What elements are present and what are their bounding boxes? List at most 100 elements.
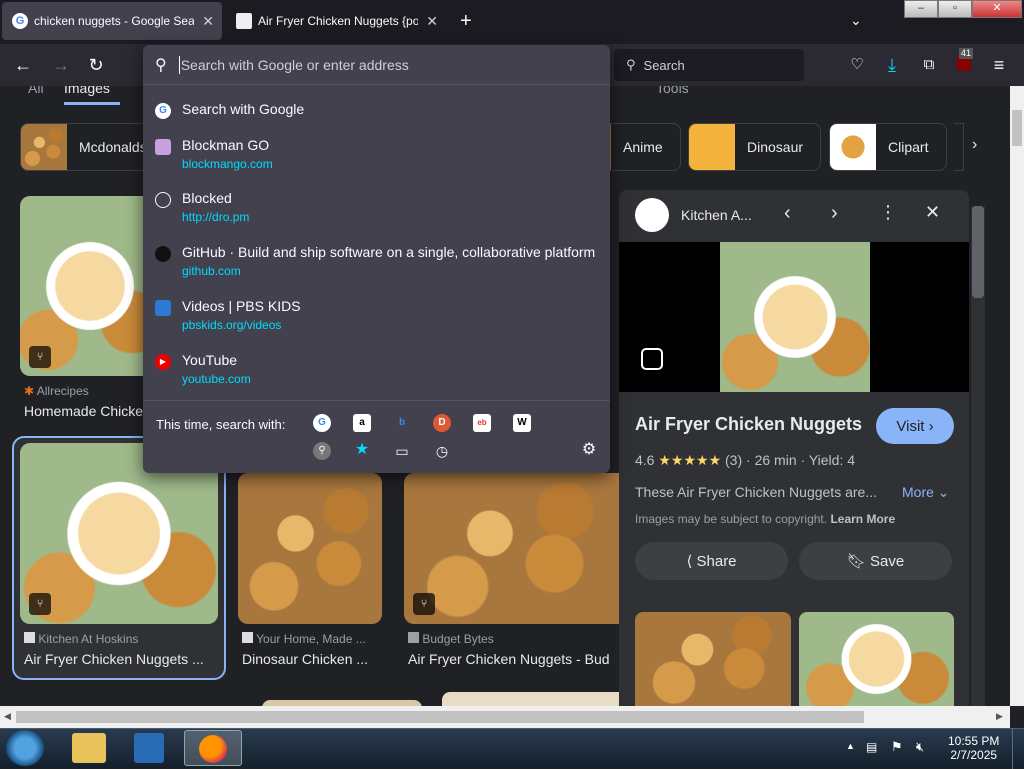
- share-button[interactable]: ⟨ Share: [635, 542, 788, 580]
- search-bar[interactable]: ⚲ Search: [614, 49, 804, 81]
- close-tab-icon[interactable]: ✕: [202, 13, 214, 30]
- recipe-icon: ⑂: [29, 346, 51, 368]
- result-caption[interactable]: Air Fryer Chicken Nuggets - Bud: [408, 651, 619, 667]
- suggestion-search-google[interactable]: G Search with Google: [155, 101, 595, 121]
- settings-gear-icon[interactable]: ⚙: [580, 441, 598, 459]
- site-logo: [635, 198, 669, 232]
- panel-scrollbar[interactable]: [971, 206, 985, 706]
- downloads-icon[interactable]: ⤓: [881, 54, 903, 76]
- pocket-icon[interactable]: ♡: [846, 54, 868, 76]
- forward-icon[interactable]: →: [50, 54, 72, 76]
- panel-scroll-thumb[interactable]: [972, 206, 984, 298]
- vertical-scroll-thumb[interactable]: [1012, 110, 1022, 146]
- pbs-icon: [155, 300, 171, 316]
- ublock-icon[interactable]: 41: [953, 48, 975, 76]
- page-vertical-scrollbar[interactable]: [1010, 86, 1024, 706]
- menu-icon[interactable]: ≡: [988, 54, 1010, 76]
- tab-air-fryer[interactable]: Air Fryer Chicken Nuggets {popular ✕: [226, 2, 446, 40]
- chip-mcdonalds[interactable]: Mcdonalds: [20, 123, 150, 171]
- suggestion-blockman[interactable]: Blockman GO blockmango.com: [155, 137, 595, 177]
- chip-dinosaur[interactable]: Dinosaur: [688, 123, 821, 171]
- chevron-left-icon[interactable]: ‹: [784, 202, 791, 225]
- preview-image-area: [619, 242, 969, 392]
- tab-images[interactable]: Images: [64, 86, 110, 96]
- show-desktop-button[interactable]: [1012, 729, 1024, 769]
- chip-clipart[interactable]: Clipart: [829, 123, 947, 171]
- horizontal-scroll-thumb[interactable]: [16, 711, 864, 723]
- panel-site-name[interactable]: Kitchen A...: [681, 207, 752, 223]
- ebay-icon[interactable]: eb: [473, 414, 491, 432]
- clock[interactable]: 10:55 PM 2/7/2025: [948, 734, 999, 762]
- suggestion-github[interactable]: GitHub · Build and ship software on a si…: [155, 244, 595, 284]
- tab-all[interactable]: All: [28, 86, 44, 96]
- result-image-budget-bytes[interactable]: ⑂: [404, 473, 619, 624]
- suggestion-pbs-kids[interactable]: Videos | PBS KIDS pbskids.org/videos: [155, 298, 595, 338]
- google-engine-icon[interactable]: G: [313, 414, 331, 432]
- bookmark-icon: 🔖︎: [846, 553, 866, 570]
- google-icon: G: [12, 13, 28, 29]
- suggestion-url: blockmango.com: [182, 157, 273, 171]
- list-tabs-icon[interactable]: ⌄: [850, 12, 862, 29]
- close-tab-icon[interactable]: ✕: [426, 13, 438, 30]
- more-link[interactable]: More ⌄: [902, 484, 950, 501]
- save-button[interactable]: 🔖︎ Save: [799, 542, 952, 580]
- preview-image[interactable]: [720, 242, 870, 392]
- page-horizontal-scrollbar[interactable]: ◀ ▶: [0, 706, 1010, 728]
- more-vert-icon[interactable]: ⋮: [879, 202, 897, 223]
- minimize-button[interactable]: –: [904, 0, 938, 18]
- chevron-right-icon[interactable]: ›: [972, 136, 977, 154]
- history-icon[interactable]: ◷: [433, 442, 451, 460]
- file-explorer-icon[interactable]: [72, 733, 106, 763]
- result-caption[interactable]: Air Fryer Chicken Nuggets ...: [24, 651, 216, 667]
- extensions-icon[interactable]: ⧉: [918, 54, 940, 76]
- wikipedia-icon[interactable]: W: [513, 414, 531, 432]
- reload-icon[interactable]: ↻: [85, 54, 107, 76]
- result-caption[interactable]: Homemade Chicken Nuggets: [24, 403, 144, 419]
- chip-label: Clipart: [888, 139, 929, 155]
- result-source: ✱ Allrecipes: [24, 384, 89, 398]
- maximize-button[interactable]: ▫: [938, 0, 972, 18]
- suggestion-blocked[interactable]: Blocked http://dro.pm: [155, 190, 595, 230]
- result-caption[interactable]: Dinosaur Chicken ...: [242, 651, 382, 667]
- result-source: Budget Bytes: [408, 632, 494, 646]
- firefox-taskbar-button[interactable]: [184, 730, 242, 766]
- close-window-button[interactable]: ✕: [972, 0, 1022, 18]
- show-hidden-icons[interactable]: ▲: [846, 741, 855, 751]
- result-source: Your Home, Made ...: [242, 632, 366, 646]
- result-image-allrecipes[interactable]: ⑂: [20, 196, 160, 376]
- windows-taskbar: ▲ ▤ ⚑ 🔇︎ 10:55 PM 2/7/2025: [0, 728, 1024, 769]
- suggestion-youtube[interactable]: ▶ YouTube youtube.com: [155, 352, 595, 392]
- rating-row: 4.6 ★★★★★ (3) · 26 min · Yield: 4: [635, 452, 856, 468]
- chevron-right-icon[interactable]: ›: [831, 202, 838, 225]
- scroll-left-icon[interactable]: ◀: [4, 711, 11, 722]
- back-icon[interactable]: ←: [12, 54, 34, 76]
- search-engine-icon[interactable]: ⚲: [313, 442, 331, 460]
- tab-tools[interactable]: Tools: [656, 86, 689, 96]
- volume-muted-icon[interactable]: 🔇︎: [916, 739, 924, 755]
- text-cursor: [178, 55, 180, 74]
- visit-button[interactable]: Visit ›: [876, 408, 954, 444]
- scroll-right-icon[interactable]: ▶: [996, 711, 1003, 722]
- close-icon[interactable]: ✕: [925, 202, 940, 223]
- url-bar[interactable]: ⚲ Search with Google or enter address: [143, 45, 610, 85]
- github-icon: [155, 246, 171, 262]
- media-player-icon[interactable]: [134, 733, 164, 763]
- action-center-flag-icon[interactable]: ⚑: [891, 739, 903, 755]
- new-tab-button[interactable]: +: [460, 10, 472, 33]
- google-lens-icon[interactable]: [641, 348, 663, 370]
- site-icon: [24, 632, 35, 643]
- url-placeholder: Search with Google or enter address: [180, 56, 409, 73]
- learn-more-link[interactable]: Learn More: [830, 512, 895, 526]
- duckduckgo-icon[interactable]: D: [433, 414, 451, 432]
- tabs-icon[interactable]: ▭: [393, 442, 411, 460]
- bookmarks-star-icon[interactable]: ★: [353, 441, 371, 459]
- related-image[interactable]: [635, 612, 791, 706]
- amazon-icon[interactable]: a: [353, 414, 371, 432]
- result-image-dinosaur[interactable]: [238, 473, 382, 624]
- bing-icon[interactable]: b: [393, 414, 411, 432]
- recipe-icon: ⑂: [413, 593, 435, 615]
- network-icon[interactable]: ▤: [866, 740, 877, 754]
- tab-google-search[interactable]: G chicken nuggets - Google Search ✕: [2, 2, 222, 40]
- start-button[interactable]: [6, 730, 44, 766]
- related-image[interactable]: [799, 612, 954, 706]
